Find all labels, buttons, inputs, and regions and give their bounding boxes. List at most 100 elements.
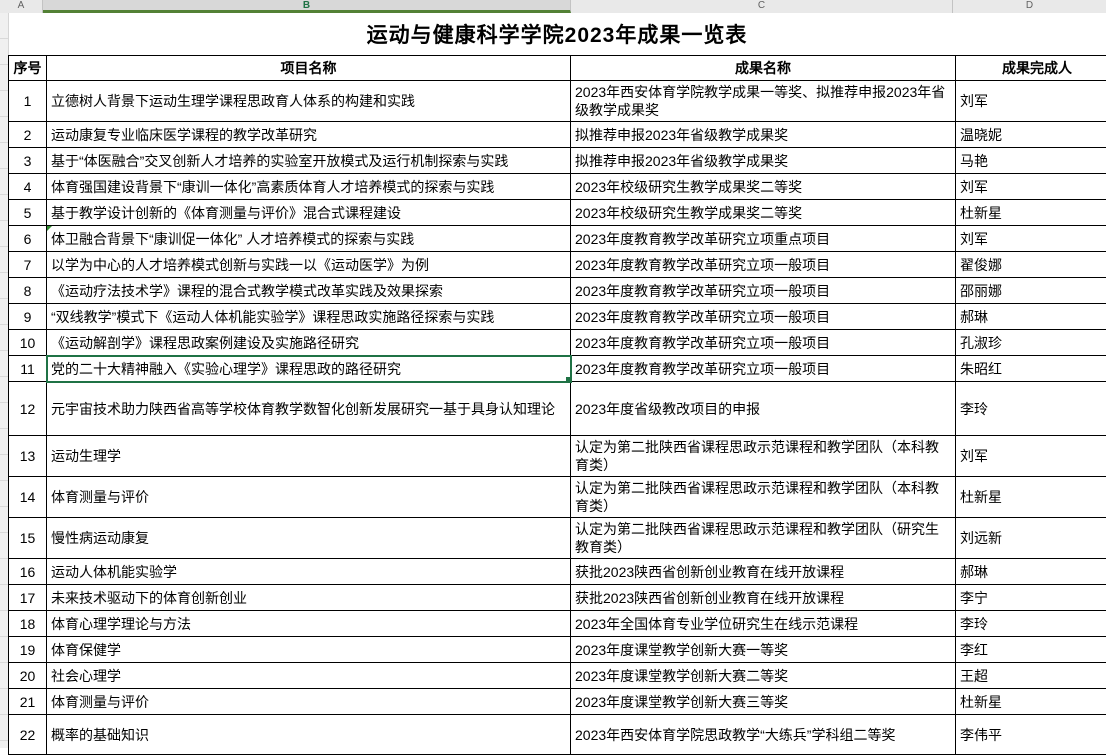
row-number-cell[interactable]: 21 [9, 689, 47, 715]
project-name-cell[interactable]: 体卫融合背景下“康训促一体化” 人才培养模式的探索与实践 [47, 226, 571, 252]
completer-cell[interactable]: 王超 [956, 663, 1106, 689]
completer-cell[interactable]: 杜新星 [956, 477, 1106, 518]
completer-cell[interactable]: 郝琳 [956, 304, 1106, 330]
page-title[interactable]: 运动与健康科学学院2023年成果一览表 [367, 19, 748, 49]
row-number-cell[interactable]: 8 [9, 278, 47, 304]
row-number-cell[interactable]: 13 [9, 436, 47, 477]
completer-cell[interactable]: 刘远新 [956, 518, 1106, 559]
result-name-cell[interactable]: 认定为第二批陕西省课程思政示范课程和教学团队（本科教育类） [571, 477, 956, 518]
project-name-cell[interactable]: 以学为中心的人才培养模式创新与实践一以《运动医学》为例 [47, 252, 571, 278]
row-number-cell[interactable]: 1 [9, 81, 47, 122]
column-header-a[interactable]: A [0, 0, 43, 13]
column-header-b-selected[interactable]: B [43, 0, 571, 13]
project-name-cell[interactable]: 基于“体医融合”交叉创新人才培养的实验室开放模式及运行机制探索与实践 [47, 148, 571, 174]
project-name-cell[interactable]: 运动生理学 [47, 436, 571, 477]
result-name-cell[interactable]: 2023年校级研究生教学成果奖二等奖 [571, 174, 956, 200]
result-name-cell[interactable]: 认定为第二批陕西省课程思政示范课程和教学团队（研究生教育类） [571, 518, 956, 559]
row-number-cell[interactable]: 4 [9, 174, 47, 200]
result-name-cell[interactable]: 2023年校级研究生教学成果奖二等奖 [571, 200, 956, 226]
row-number-cell[interactable]: 19 [9, 637, 47, 663]
result-name-cell[interactable]: 2023年度教育教学改革研究立项一般项目 [571, 278, 956, 304]
table-row: 19 体育保健学 2023年度课堂教学创新大赛一等奖 李红 [9, 637, 1106, 663]
row-number-cell[interactable]: 22 [9, 715, 47, 755]
row-number-cell[interactable]: 11 [9, 356, 47, 382]
result-name-cell[interactable]: 拟推荐申报2023年省级教学成果奖 [571, 122, 956, 148]
completer-cell[interactable]: 刘军 [956, 226, 1106, 252]
completer-cell[interactable]: 孔淑珍 [956, 330, 1106, 356]
project-name-cell[interactable]: 体育保健学 [47, 637, 571, 663]
completer-cell[interactable]: 郝琳 [956, 559, 1106, 585]
header-cell-completer[interactable]: 成果完成人 [956, 56, 1106, 81]
completer-cell[interactable]: 温晓妮 [956, 122, 1106, 148]
row-number-cell[interactable]: 10 [9, 330, 47, 356]
row-number-cell[interactable]: 9 [9, 304, 47, 330]
column-header-d[interactable]: D [953, 0, 1106, 13]
header-cell-number[interactable]: 序号 [9, 56, 47, 81]
completer-cell[interactable]: 李红 [956, 637, 1106, 663]
project-name-cell[interactable]: 元宇宙技术助力陕西省高等学校体育教学数智化创新发展研究一基于具身认知理论 [47, 382, 571, 436]
project-name-cell[interactable]: 慢性病运动康复 [47, 518, 571, 559]
result-name-cell[interactable]: 2023年西安体育学院思政教学“大练兵”学科组二等奖 [571, 715, 956, 755]
result-name-cell[interactable]: 2023年度教育教学改革研究立项一般项目 [571, 356, 956, 382]
project-name-cell[interactable]: 基于教学设计创新的《体育测量与评价》混合式课程建设 [47, 200, 571, 226]
completer-cell[interactable]: 朱昭红 [956, 356, 1106, 382]
row-number-cell[interactable]: 6 [9, 226, 47, 252]
project-name-cell[interactable]: 体育测量与评价 [47, 477, 571, 518]
project-name-cell[interactable]: 《运动疗法技术学》课程的混合式教学模式改革实践及效果探索 [47, 278, 571, 304]
row-number-cell[interactable]: 12 [9, 382, 47, 436]
completer-cell[interactable]: 李玲 [956, 611, 1106, 637]
row-number-cell[interactable]: 5 [9, 200, 47, 226]
completer-cell[interactable]: 杜新星 [956, 689, 1106, 715]
row-number-cell[interactable]: 7 [9, 252, 47, 278]
result-name-cell[interactable]: 认定为第二批陕西省课程思政示范课程和教学团队（本科教育类） [571, 436, 956, 477]
row-number-cell[interactable]: 2 [9, 122, 47, 148]
result-name-cell[interactable]: 2023年度教育教学改革研究立项一般项目 [571, 304, 956, 330]
project-name-cell[interactable]: 体育强国建设背景下“康训一体化”高素质体育人才培养模式的探索与实践 [47, 174, 571, 200]
project-name-cell[interactable]: 运动康复专业临床医学课程的教学改革研究 [47, 122, 571, 148]
row-number-cell[interactable]: 14 [9, 477, 47, 518]
row-number-cell[interactable]: 18 [9, 611, 47, 637]
completer-cell[interactable]: 刘军 [956, 174, 1106, 200]
row-number-cell[interactable]: 20 [9, 663, 47, 689]
header-cell-result-name[interactable]: 成果名称 [571, 56, 956, 81]
row-number-cell[interactable]: 15 [9, 518, 47, 559]
result-name-cell[interactable]: 2023年西安体育学院教学成果一等奖、拟推荐申报2023年省级教学成果奖 [571, 81, 956, 122]
row-number-cell[interactable]: 17 [9, 585, 47, 611]
result-name-cell[interactable]: 2023年度课堂教学创新大赛二等奖 [571, 663, 956, 689]
result-name-cell[interactable]: 获批2023陕西省创新创业教育在线开放课程 [571, 559, 956, 585]
project-name-cell[interactable]: 体育心理学理论与方法 [47, 611, 571, 637]
completer-cell[interactable]: 李宁 [956, 585, 1106, 611]
result-name-cell[interactable]: 2023年度省级教改项目的申报 [571, 382, 956, 436]
result-name-cell[interactable]: 2023年全国体育专业学位研究生在线示范课程 [571, 611, 956, 637]
column-header-c[interactable]: C [571, 0, 953, 13]
project-name-cell[interactable]: 社会心理学 [47, 663, 571, 689]
result-name-cell[interactable]: 2023年度课堂教学创新大赛一等奖 [571, 637, 956, 663]
result-name-cell[interactable]: 2023年度教育教学改革研究立项一般项目 [571, 330, 956, 356]
table-row: 20 社会心理学 2023年度课堂教学创新大赛二等奖 王超 [9, 663, 1106, 689]
completer-cell[interactable]: 刘军 [956, 81, 1106, 122]
completer-cell[interactable]: 李玲 [956, 382, 1106, 436]
project-name-cell[interactable]: 运动人体机能实验学 [47, 559, 571, 585]
completer-cell[interactable]: 邵丽娜 [956, 278, 1106, 304]
result-name-cell[interactable]: 2023年度教育教学改革研究立项重点项目 [571, 226, 956, 252]
completer-cell[interactable]: 翟俊娜 [956, 252, 1106, 278]
project-name-cell[interactable]: 立德树人背景下运动生理学课程思政育人体系的构建和实践 [47, 81, 571, 122]
project-name-cell[interactable]: 概率的基础知识 [47, 715, 571, 755]
completer-cell[interactable]: 马艳 [956, 148, 1106, 174]
completer-cell[interactable]: 李伟平 [956, 715, 1106, 755]
project-name-cell[interactable]: “双线教学”模式下《运动人体机能实验学》课程思政实施路径探索与实践 [47, 304, 571, 330]
result-name-cell[interactable]: 拟推荐申报2023年省级教学成果奖 [571, 148, 956, 174]
project-name-cell[interactable]: 《运动解剖学》课程思政案例建设及实施路径研究 [47, 330, 571, 356]
completer-cell[interactable]: 刘军 [956, 436, 1106, 477]
result-name-cell[interactable]: 2023年度教育教学改革研究立项一般项目 [571, 252, 956, 278]
result-name-cell[interactable]: 2023年度课堂教学创新大赛三等奖 [571, 689, 956, 715]
table-row: 5 基于教学设计创新的《体育测量与评价》混合式课程建设 2023年校级研究生教学… [9, 200, 1106, 226]
project-name-cell[interactable]: 未来技术驱动下的体育创新创业 [47, 585, 571, 611]
selected-cell-b11[interactable]: 党的二十大精神融入《实验心理学》课程思政的路径研究 [47, 356, 571, 382]
completer-cell[interactable]: 杜新星 [956, 200, 1106, 226]
result-name-cell[interactable]: 获批2023陕西省创新创业教育在线开放课程 [571, 585, 956, 611]
row-number-cell[interactable]: 3 [9, 148, 47, 174]
row-number-cell[interactable]: 16 [9, 559, 47, 585]
project-name-cell[interactable]: 体育测量与评价 [47, 689, 571, 715]
header-cell-project-name[interactable]: 项目名称 [47, 56, 571, 81]
